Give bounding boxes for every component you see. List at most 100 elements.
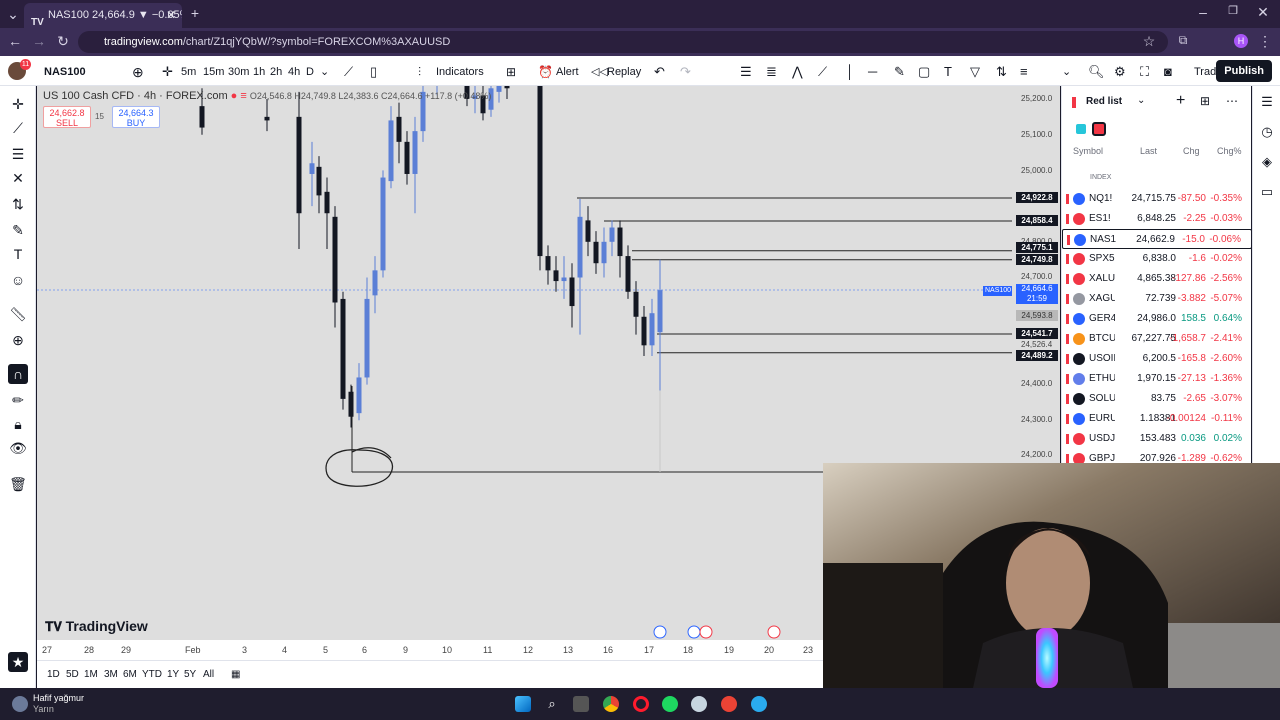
watchlist-row[interactable]: ES1! 6,848.25 -2.25 -0.03% <box>1062 209 1251 229</box>
favorites-star-icon[interactable]: ★ <box>8 652 28 672</box>
watchlist-row[interactable]: XAGUSD 72.739-3.882 -5.07% <box>1062 289 1251 309</box>
watchlist-dropdown-icon[interactable]: ⌄ <box>1137 95 1145 106</box>
horizontal-ray-icon[interactable]: ─ <box>868 64 877 80</box>
range-1m[interactable]: 1M <box>84 669 98 680</box>
reload-icon[interactable]: ↻ <box>56 33 70 50</box>
url-input[interactable]: tradingview.com/chart/Z1qjYQbW/?symbol=F… <box>78 31 1168 53</box>
watchlist-icon[interactable]: ☰ <box>1259 94 1275 110</box>
chat-icon[interactable]: ▭ <box>1259 184 1275 200</box>
indicators-button[interactable]: Indicators <box>436 64 484 80</box>
tab-close-icon[interactable]: ✕ <box>166 3 176 28</box>
advanced-view-icon[interactable]: ⊞ <box>1200 94 1210 108</box>
sell-button[interactable]: 24,662.8 SELL <box>43 106 91 128</box>
range-1d[interactable]: 1D <box>47 669 60 680</box>
tab-menu-icon[interactable]: ⌄ <box>6 6 20 23</box>
browser-profile-icon[interactable] <box>721 696 737 712</box>
undo-icon[interactable]: ↶ <box>654 64 665 80</box>
line-chart-icon[interactable]: ⟋ <box>344 64 353 80</box>
windows-start-icon[interactable] <box>515 696 531 712</box>
pattern-tool-icon[interactable]: ✕ <box>8 168 28 188</box>
watchlist-row[interactable]: SOLUSD 83.75 -2.65 -3.07% <box>1062 389 1251 409</box>
layouts-icon[interactable]: ⊞ <box>506 64 516 80</box>
layers-icon[interactable]: ◈ <box>1259 154 1275 170</box>
vertical-line-icon[interactable]: │ <box>846 64 854 80</box>
range-6m[interactable]: 6M <box>123 669 137 680</box>
chrome-icon[interactable] <box>603 696 619 712</box>
redo-icon[interactable]: ↷ <box>680 64 691 80</box>
spotify-icon[interactable] <box>662 696 678 712</box>
eye-icon[interactable]: 👁︎ <box>8 438 28 458</box>
section-index[interactable]: INDEX <box>1090 174 1111 181</box>
close-window-icon[interactable]: ✕ <box>1256 4 1270 21</box>
more-tools-icon[interactable]: ⌄ <box>1062 64 1071 80</box>
interval-15m[interactable]: 15m <box>203 64 224 80</box>
watchlist-row[interactable]: NAS100 24,662.9 -15.0 -0.06% <box>1062 229 1251 249</box>
settings-gear-icon[interactable]: ⚙︎ <box>1114 64 1126 80</box>
snapshot-icon[interactable]: ◙ <box>1164 64 1172 80</box>
alert-icon[interactable]: ⏰ <box>538 64 553 80</box>
pattern-icon[interactable]: ⋀ <box>792 64 803 80</box>
color-flag-icon[interactable] <box>1076 124 1086 134</box>
text-icon[interactable]: T <box>8 244 28 264</box>
long-position-icon[interactable]: ⇅ <box>996 64 1007 80</box>
watchlist-row[interactable]: XALUSD 4,865.38-127.86 -2.56% <box>1062 269 1251 289</box>
buy-button[interactable]: 24,664.3 BUY <box>112 106 160 128</box>
add-symbol-icon[interactable]: + <box>1176 92 1185 110</box>
opera-icon[interactable] <box>633 696 649 712</box>
watchlist-row[interactable]: NQ1! 24,715.75 -87.50 -0.35% <box>1062 189 1251 209</box>
trendline-icon[interactable]: ⟋ <box>818 64 827 80</box>
bookmark-star-icon[interactable]: ☆ <box>1142 33 1156 50</box>
watchlist-row[interactable]: EURUSD1.18381-0.00124-0.11% <box>1062 409 1251 429</box>
column-chg[interactable]: Chg <box>1183 146 1200 156</box>
interval-2h[interactable]: 2h <box>270 64 282 80</box>
interval-30m[interactable]: 30m <box>228 64 249 80</box>
trash-icon[interactable]: 🗑︎ <box>8 474 28 494</box>
alerts-clock-icon[interactable]: ◷ <box>1259 124 1275 140</box>
forecast-tool-icon[interactable]: ⇅ <box>8 194 28 214</box>
range-ytd[interactable]: YTD <box>142 669 162 680</box>
watchlist-row[interactable]: USOIL 6,200.5-165.8 -2.60% <box>1062 349 1251 369</box>
steam-icon[interactable] <box>691 696 707 712</box>
red-flag-filter-icon[interactable] <box>1092 122 1106 136</box>
forward-icon[interactable]: → <box>32 33 46 49</box>
symbol-search[interactable]: NAS100 <box>44 64 86 80</box>
interval-5m[interactable]: 5m <box>181 64 196 80</box>
compare-symbol-icon[interactable]: ⊕ <box>132 64 144 80</box>
emoji-icon[interactable]: ☺ <box>8 270 28 290</box>
watchlist-row[interactable]: USDJPY 153.483 0.036 0.02% <box>1062 429 1251 449</box>
watchlist-row[interactable]: GER40 24,986.0 158.5 0.64% <box>1062 309 1251 329</box>
watchlist-title[interactable]: Red list <box>1086 96 1122 107</box>
watchlist-row[interactable]: ETHUSD 1,970.15-27.13 -1.36% <box>1062 369 1251 389</box>
watchlist-more-icon[interactable]: ⋯ <box>1226 94 1238 108</box>
column-last[interactable]: Last <box>1140 146 1157 156</box>
column-chgp[interactable]: Chg% <box>1217 146 1242 156</box>
browser-tab[interactable]: TV NAS100 24,664.9 ▼ −0.05% Pa ✕ <box>24 3 182 28</box>
zoom-icon[interactable]: 🔍︎ <box>1088 64 1105 80</box>
cursor-crosshair-icon[interactable]: ✛ <box>8 94 28 114</box>
weather-icon[interactable] <box>12 696 28 712</box>
candles-chart-icon[interactable]: ▯ <box>370 64 377 80</box>
interval-dropdown-icon[interactable]: ⌄ <box>320 64 329 80</box>
crosshair-icon[interactable]: ✛ <box>162 64 173 80</box>
pitchfork-icon[interactable]: ≣ <box>766 64 777 80</box>
search-icon[interactable]: ⌕ <box>544 696 560 712</box>
fullscreen-icon[interactable]: ⛶ <box>1140 64 1149 80</box>
fib-retracement-icon[interactable]: ☰ <box>8 144 28 164</box>
maximize-icon[interactable]: ❐ <box>1226 4 1240 17</box>
weather-widget[interactable]: Hafif yağmur Yarın <box>33 693 84 715</box>
alert-button[interactable]: Alert <box>556 64 579 80</box>
range-5y[interactable]: 5Y <box>184 669 196 680</box>
lock-drawings-icon[interactable]: ✏︎ <box>8 390 28 410</box>
minimize-icon[interactable]: – <box>1196 4 1210 20</box>
interval-d[interactable]: D <box>306 64 314 80</box>
go-to-date-icon[interactable]: ▦ <box>231 669 240 680</box>
ruler-icon[interactable]: 📏︎ <box>8 304 28 324</box>
brush-icon[interactable]: ✎ <box>894 64 905 80</box>
brush-tool-icon[interactable]: ✎ <box>8 220 28 240</box>
trendline-tool-icon[interactable]: ⟋ <box>8 118 28 138</box>
magnet-icon[interactable]: ∩ <box>8 364 28 384</box>
arrow-marker-icon[interactable]: ▽ <box>970 64 980 80</box>
publish-button[interactable]: Publish <box>1216 60 1272 82</box>
zoom-in-icon[interactable]: ⊕ <box>8 330 28 350</box>
column-symbol[interactable]: Symbol <box>1073 146 1103 156</box>
